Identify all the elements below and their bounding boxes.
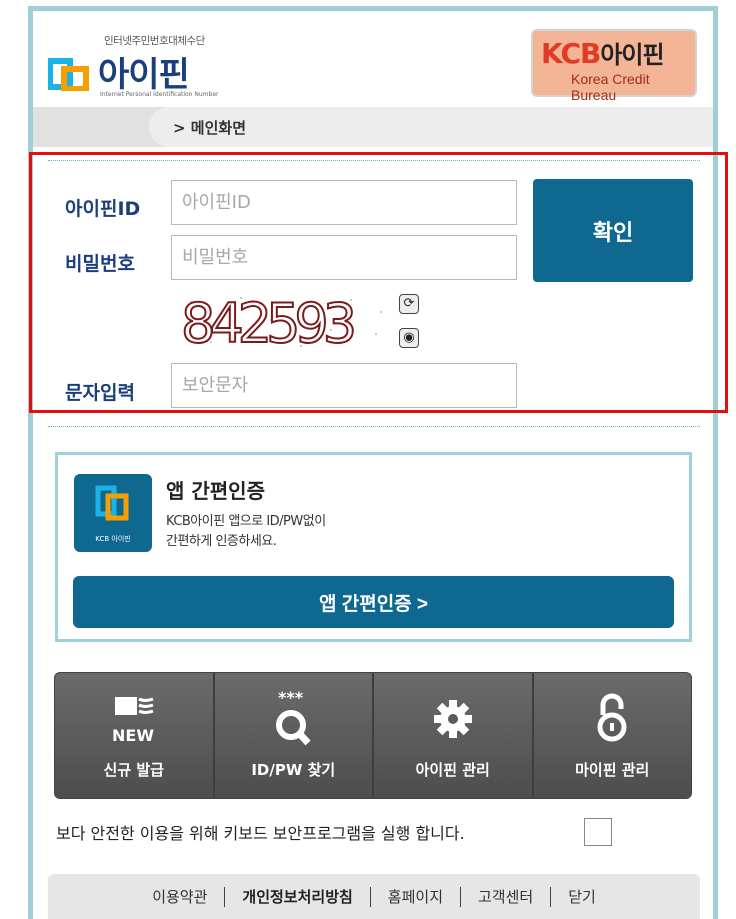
lock-icon <box>534 689 692 749</box>
captcha-text: 842593 <box>181 292 354 354</box>
search-icon: *** <box>215 688 373 749</box>
app-icon: KCB 아이핀 <box>74 474 152 552</box>
keyboard-security-checkbox[interactable] <box>584 818 612 846</box>
gear-icon <box>374 689 532 749</box>
logo-tagline: Internet Personal Identification Number <box>100 91 219 98</box>
svg-text:NEW: NEW <box>112 726 154 745</box>
app-auth-desc: KCB아이핀 앱으로 ID/PW없이 간편하게 인증하세요. <box>166 514 326 549</box>
password-input[interactable] <box>171 235 517 280</box>
new-issue-button[interactable]: NEW 신규 발급 <box>55 673 215 798</box>
id-input[interactable] <box>171 180 517 225</box>
menu-label: ID/PW 찾기 <box>251 761 336 779</box>
app-auth-button[interactable]: 앱 간편인증 > <box>73 576 674 628</box>
menu-label: 마이핀 관리 <box>575 761 650 779</box>
menu-label: 신규 발급 <box>103 761 164 779</box>
refresh-icon[interactable]: ⟳ <box>399 294 419 314</box>
svg-text:***: *** <box>278 689 304 707</box>
ipin-manage-button[interactable]: 아이핀 관리 <box>374 673 534 798</box>
kcb-subtitle: Korea Credit Bureau <box>571 71 650 103</box>
app-icon-label: KCB 아이핀 <box>95 535 131 543</box>
header: 인터넷주민번호대체수단 아이핀 Internet Personal Identi… <box>33 11 713 107</box>
logo-text: 아이핀 <box>98 55 190 95</box>
customer-center-link[interactable]: 고객센터 <box>461 886 550 907</box>
menu-bar: NEW 신규 발급 *** ID/PW 찾기 아이핀 관리 마이핀 관리 <box>54 672 692 799</box>
kcb-brand: KCB아이핀 <box>541 37 665 70</box>
logo-subtitle: 인터넷주민번호대체수단 <box>104 35 205 47</box>
id-label: 아이핀ID <box>65 198 141 220</box>
confirm-button[interactable]: 확인 <box>533 179 693 282</box>
terms-link[interactable]: 이용약관 <box>135 886 224 907</box>
mypin-manage-button[interactable]: 마이핀 관리 <box>533 673 692 798</box>
breadcrumb[interactable]: > 메인화면 <box>149 107 713 147</box>
ipin-logo-icon <box>48 58 89 91</box>
password-label: 비밀번호 <box>65 253 135 275</box>
app-auth-title: 앱 간편인증 <box>166 479 265 503</box>
id-pw-find-button[interactable]: *** ID/PW 찾기 <box>214 673 374 798</box>
menu-label: 아이핀 관리 <box>415 761 490 779</box>
new-card-icon: NEW <box>55 689 213 749</box>
captcha-image: 842593 <box>181 291 382 354</box>
privacy-policy-link[interactable]: 개인정보처리방침 <box>225 886 369 907</box>
keyboard-security-text: 보다 안전한 이용을 위해 키보드 보안프로그램을 실행 합니다. <box>56 824 465 843</box>
audio-icon[interactable]: ◉ <box>399 328 419 348</box>
close-link[interactable]: 닫기 <box>551 886 613 907</box>
ipin-logo: 인터넷주민번호대체수단 아이핀 Internet Personal Identi… <box>48 33 248 103</box>
breadcrumb-label: > 메인화면 <box>173 119 246 137</box>
captcha-label: 문자입력 <box>65 382 135 404</box>
kcb-logo: KCB아이핀 Korea Credit Bureau <box>531 29 697 103</box>
footer: 이용약관 개인정보처리방침 홈페이지 고객센터 닫기 <box>48 874 700 919</box>
homepage-link[interactable]: 홈페이지 <box>371 886 460 907</box>
captcha-input[interactable] <box>171 363 517 408</box>
breadcrumb-bar: > 메인화면 <box>33 107 713 147</box>
divider <box>48 426 700 427</box>
ipin-app-icon <box>95 485 129 521</box>
